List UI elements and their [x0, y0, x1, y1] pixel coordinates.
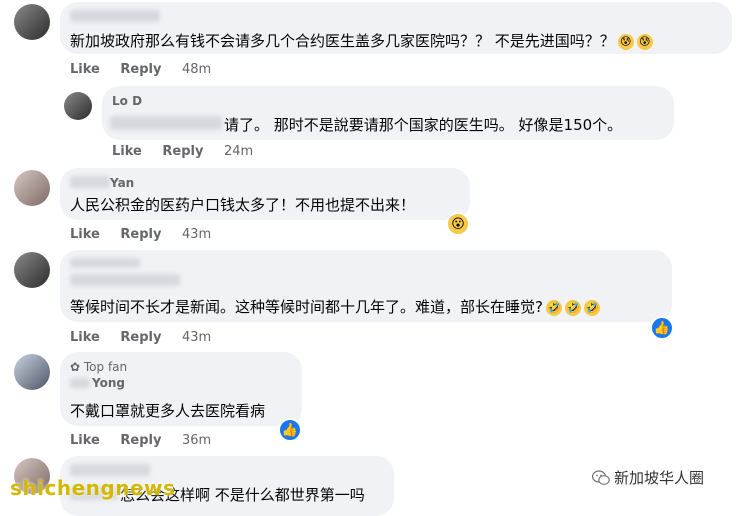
like-button[interactable]: Like — [70, 330, 100, 345]
top-fan-badge: ✿ Top fan — [70, 360, 128, 374]
timestamp[interactable]: 43m — [182, 330, 211, 345]
like-button[interactable]: Like — [70, 227, 100, 242]
comment-text: 新加坡政府那么有钱不会请多几个合约医生盖多几家医院吗？？ 不是先进国吗？？ 😰 😰 — [70, 30, 653, 51]
redacted-name — [70, 274, 180, 286]
rolling-laughing-icon: 🤣 — [583, 299, 600, 316]
redacted-name — [110, 116, 222, 130]
reply-button[interactable]: Reply — [120, 433, 161, 448]
timestamp[interactable]: 36m — [182, 433, 211, 448]
redacted-name — [70, 10, 160, 22]
like-button[interactable]: Like — [70, 62, 100, 77]
comment-bubble: ✿ Top fan Yong 不戴口罩就更多人去医院看病 — [60, 352, 302, 426]
like-reaction-icon[interactable]: 👍 — [278, 418, 302, 442]
comment-actions: Like Reply 43m — [70, 227, 227, 242]
comment-actions: Like Reply 48m — [70, 62, 227, 77]
avatar[interactable] — [14, 170, 50, 206]
reply-button[interactable]: Reply — [162, 144, 203, 159]
redacted-name — [70, 258, 140, 268]
commenter-name[interactable]: Lo D — [112, 94, 142, 108]
watermark: shichengnews — [10, 476, 176, 500]
reply-button[interactable]: Reply — [120, 62, 161, 77]
like-reaction-icon[interactable]: 👍 — [650, 316, 674, 340]
avatar[interactable] — [14, 354, 50, 390]
comment-text: 等候时间不长才是新闻。这种等候时间都十几年了。难道，部长在睡觉? 🤣 🤣 🤣 — [70, 298, 600, 316]
brand-watermark: 新加坡华人圈 — [592, 467, 704, 488]
wechat-icon — [592, 469, 610, 485]
timestamp[interactable]: 43m — [182, 227, 211, 242]
commenter-name[interactable]: Yan — [110, 176, 134, 190]
comment-text: 不戴口罩就更多人去医院看病 — [70, 402, 266, 420]
rolling-laughing-icon: 🤣 — [545, 299, 562, 316]
avatar[interactable] — [14, 4, 50, 40]
comment-actions: Like Reply 43m — [70, 330, 227, 345]
avatar[interactable] — [14, 252, 50, 288]
reply-text: 请了。 那时不是說要请那个国家的医生吗。 好像是150个。 — [224, 116, 623, 134]
commenter-name[interactable]: Yong — [92, 376, 125, 390]
comment-text: 人民公积金的医药户口钱太多了！不用也提不出来！ — [70, 196, 416, 214]
anxious-face-icon: 😰 — [636, 33, 653, 50]
anxious-face-icon: 😰 — [617, 33, 634, 50]
reply-actions: Like Reply 24m — [112, 144, 269, 159]
redacted-name — [70, 176, 110, 188]
reply-bubble: Lo D 请了。 那时不是說要请那个国家的医生吗。 好像是150个。 — [102, 86, 674, 140]
comment-bubble: 等候时间不长才是新闻。这种等候时间都十几年了。难道，部长在睡觉? 🤣 🤣 🤣 — [60, 250, 672, 322]
redacted-name — [70, 464, 150, 476]
redacted-name — [70, 378, 90, 388]
like-button[interactable]: Like — [112, 144, 142, 159]
avatar[interactable] — [64, 92, 92, 120]
reply-button[interactable]: Reply — [120, 330, 161, 345]
like-button[interactable]: Like — [70, 433, 100, 448]
rolling-laughing-icon: 🤣 — [564, 299, 581, 316]
comment-bubble: 新加坡政府那么有钱不会请多几个合约医生盖多几家医院吗？？ 不是先进国吗？？ 😰 😰 — [60, 2, 732, 54]
reply-button[interactable]: Reply — [120, 227, 161, 242]
timestamp[interactable]: 48m — [182, 62, 211, 77]
timestamp[interactable]: 24m — [224, 144, 253, 159]
comment-actions: Like Reply 36m — [70, 433, 227, 448]
wow-reaction-icon[interactable]: 😮 — [446, 212, 470, 236]
comment-bubble: Yan 人民公积金的医药户口钱太多了！不用也提不出来！ — [60, 168, 470, 220]
